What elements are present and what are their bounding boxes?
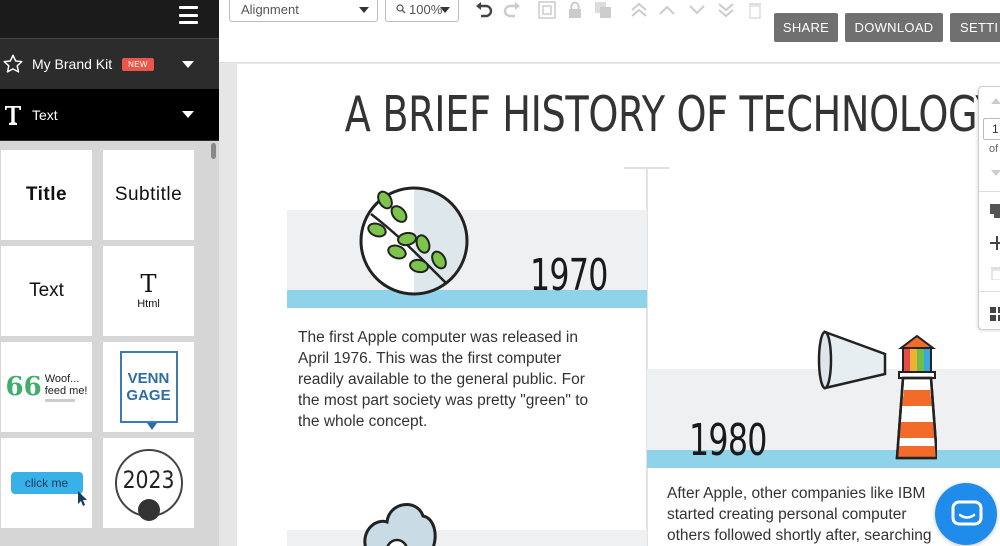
chevron-down-icon[interactable] [182, 61, 194, 68]
paragraph-line: the whole concept. [298, 413, 428, 430]
year-badge-tile[interactable]: 2023 [103, 438, 194, 528]
subtitle-template-tile[interactable]: Subtitle [103, 150, 194, 240]
text-t-icon [0, 104, 28, 126]
year-badge: 2023 [114, 449, 183, 521]
alignment-label: Alignment [241, 1, 299, 17]
logo-text-1: VENN [127, 370, 170, 387]
title-template-tile[interactable]: Title [1, 150, 92, 240]
section-1990-band [287, 530, 647, 546]
zoom-dropdown[interactable]: 100% [385, 0, 459, 22]
chevron-down-icon [359, 7, 369, 13]
send-backward-icon[interactable] [687, 0, 707, 20]
bring-forward-icon[interactable] [657, 0, 677, 20]
new-badge: NEW [122, 57, 154, 71]
redo-icon[interactable] [502, 0, 522, 20]
quote-attribution [44, 398, 75, 402]
paragraph-line: After Apple, other companies like IBM [667, 485, 926, 502]
html-template-tile[interactable]: T Html [103, 246, 194, 336]
copy-icon[interactable] [593, 0, 613, 20]
paragraph-line: readily available to the general public.… [298, 371, 585, 388]
year-1970-label[interactable]: 1970 [530, 250, 608, 301]
infographic-headline[interactable]: A BRIEF HISTORY OF TECHNOLOGY [345, 86, 999, 143]
left-sidebar: My Brand Kit NEW Text Title Subtitle Tex… [0, 0, 219, 546]
cursor-icon [77, 491, 87, 506]
quote-icon: 66 [5, 372, 42, 402]
sidebar-item-label: My Brand Kit [32, 56, 113, 72]
logo-pointer [146, 423, 157, 430]
grid-view-icon[interactable] [990, 307, 1000, 321]
page-of-label: of [989, 143, 999, 155]
paragraph-line: the most part society was pretty "green"… [298, 392, 589, 409]
undo-icon[interactable] [474, 0, 494, 20]
text-templates-panel: Title Subtitle Text T Html 66 Woof... fe… [0, 141, 219, 546]
chevron-up-icon[interactable] [990, 97, 1000, 105]
click-me-sample: click me [10, 472, 87, 506]
top-toolbar: Alignment 100% SHARE DOWNLOAD SETTI [219, 0, 1000, 63]
add-page-icon[interactable] [990, 236, 1000, 250]
sidebar-item-text[interactable]: Text [0, 89, 219, 140]
paragraph-line: The first Apple computer was released in [298, 329, 578, 346]
infographic-page[interactable]: A BRIEF HISTORY OF TECHNOLOGY 1970 The f… [237, 64, 1000, 546]
send-to-back-icon[interactable] [716, 0, 736, 20]
text-template-tile[interactable]: Text [1, 246, 92, 336]
paragraph-line: April 1976. This was the first computer [298, 350, 562, 367]
paragraph-1980[interactable]: After Apple, other companies like IBM st… [667, 483, 932, 546]
lighthouse-illustration[interactable] [817, 326, 937, 461]
sidebar-scrollbar[interactable] [211, 143, 216, 159]
page-navigator-panel: 1 of [978, 86, 1000, 330]
page-number-input[interactable]: 1 [983, 118, 1000, 140]
year-badge-label: 2023 [122, 466, 175, 494]
share-button[interactable]: SHARE [774, 13, 838, 42]
hamburger-icon[interactable] [179, 6, 198, 24]
zoom-value: 100% [409, 1, 443, 17]
sidebar-item-label: Text [32, 106, 58, 123]
panel-divider [979, 191, 1000, 192]
trash-icon[interactable] [745, 0, 765, 20]
lock-icon[interactable] [565, 0, 585, 20]
cloud-illustration[interactable] [357, 492, 437, 546]
venngage-logo: VENN GAGE [119, 351, 178, 430]
click-me-label: click me [24, 476, 69, 490]
paragraph-line: others followed shortly after, searching [667, 527, 932, 544]
chevron-down-icon[interactable] [182, 111, 194, 118]
plant-circle-illustration[interactable] [357, 184, 472, 299]
quote-line-2: feed me! [44, 384, 88, 397]
delete-page-icon[interactable] [991, 266, 1000, 280]
paragraph-line: started creating personal computer [667, 506, 907, 523]
download-button[interactable]: DOWNLOAD [845, 13, 943, 42]
venngage-logo-tile[interactable]: VENN GAGE [103, 342, 194, 432]
html-t-glyph: T [140, 270, 157, 298]
logo-text-2: GAGE [126, 387, 171, 404]
click-me-button-tile[interactable]: click me [1, 438, 92, 528]
chevron-down-icon[interactable] [990, 169, 1000, 177]
sidebar-header [0, 0, 219, 38]
bring-to-front-icon[interactable] [629, 0, 649, 20]
group-icon[interactable] [537, 0, 557, 20]
search-icon [396, 4, 406, 14]
sidebar-item-brand-kit[interactable]: My Brand Kit NEW [0, 38, 219, 89]
html-label: Html [137, 298, 160, 310]
settings-button[interactable]: SETTI [950, 13, 1000, 42]
paragraph-1970[interactable]: The first Apple computer was released in… [298, 327, 588, 432]
year-1980-label[interactable]: 1980 [689, 415, 767, 466]
quote-line-1: Woof... [44, 372, 80, 385]
hand-icon [137, 499, 160, 521]
chat-icon [951, 500, 983, 526]
quote-template-tile[interactable]: 66 Woof... feed me! [1, 342, 92, 432]
star-outline-icon [0, 53, 28, 75]
chevron-down-icon [440, 7, 450, 13]
alignment-dropdown[interactable]: Alignment [229, 0, 378, 22]
duplicate-page-icon[interactable] [990, 204, 1000, 218]
chat-support-button[interactable] [935, 483, 997, 545]
design-canvas: A BRIEF HISTORY OF TECHNOLOGY 1970 The f… [219, 64, 1000, 546]
panel-divider [979, 291, 1000, 292]
